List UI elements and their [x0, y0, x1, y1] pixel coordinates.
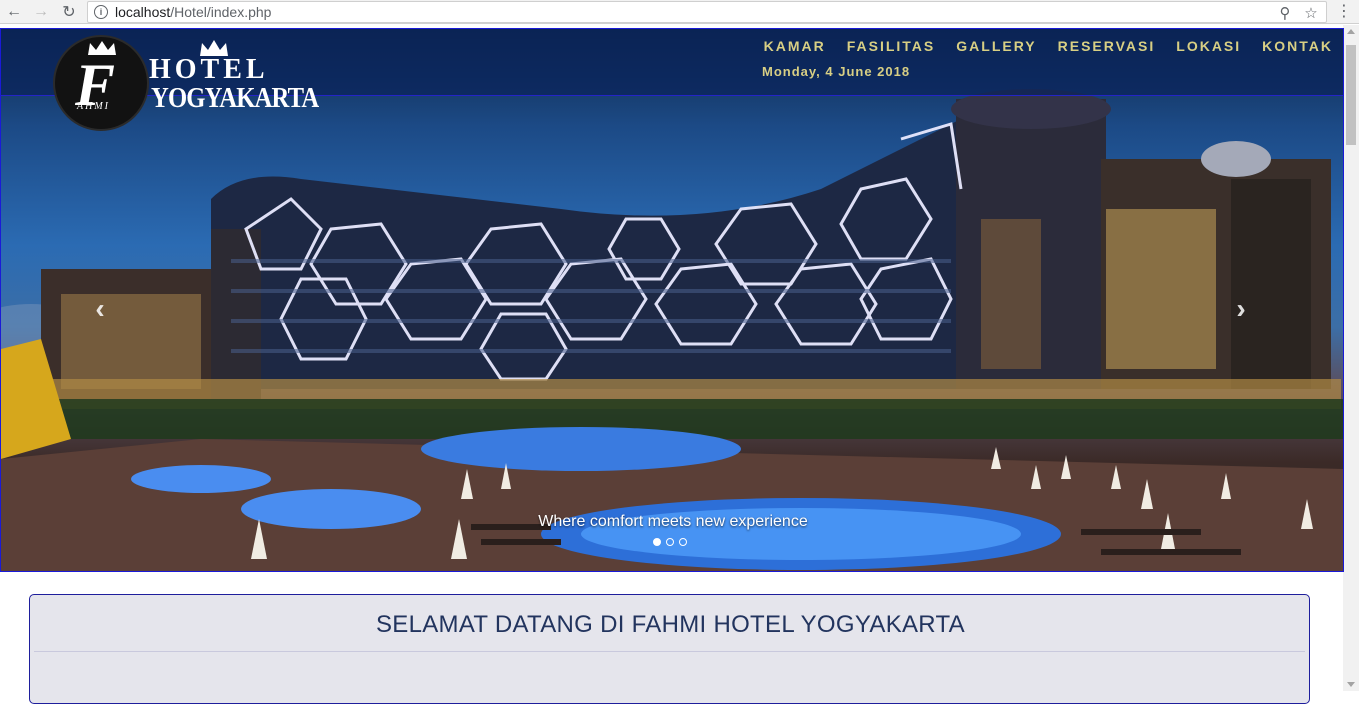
- carousel-caption: Where comfort meets new experience: [538, 513, 808, 530]
- nav-gallery[interactable]: GALLERY: [956, 38, 1036, 54]
- welcome-title: SELAMAT DATANG DI FAHMI HOTEL YOGYAKARTA: [375, 611, 965, 638]
- carousel-indicator[interactable]: [666, 538, 674, 546]
- welcome-panel: SELAMAT DATANG DI FAHMI HOTEL YOGYAKARTA: [29, 594, 1310, 704]
- nav-lokasi[interactable]: LOKASI: [1176, 38, 1241, 54]
- url-path: /Hotel/index.php: [170, 4, 272, 20]
- carousel-indicators: [653, 538, 687, 546]
- address-bar[interactable]: i localhost/Hotel/index.php ⚲ ☆: [87, 1, 1327, 23]
- logo-subtext: AHMI: [77, 101, 110, 112]
- panel-divider: [34, 651, 1305, 652]
- reload-icon[interactable]: ↻: [59, 2, 79, 22]
- forward-arrow-icon[interactable]: →: [31, 2, 51, 22]
- nav-kontak[interactable]: KONTAK: [1262, 38, 1333, 54]
- hotel-logo[interactable]: F AHMI: [53, 35, 149, 131]
- carousel-indicator[interactable]: [679, 538, 687, 546]
- brand-word-city: YOGYAKARTA: [151, 82, 319, 114]
- zoom-icon[interactable]: ⚲: [1276, 4, 1294, 22]
- scroll-up-arrow-icon[interactable]: [1347, 29, 1355, 34]
- page-scrollbar[interactable]: [1343, 25, 1359, 691]
- brand-word-hotel: HOTEL: [149, 54, 269, 85]
- carousel-next-icon[interactable]: ›: [1226, 294, 1256, 324]
- url-text[interactable]: localhost/Hotel/index.php: [115, 4, 271, 20]
- nav-reservasi[interactable]: RESERVASI: [1058, 38, 1156, 54]
- carousel-indicator[interactable]: [653, 538, 661, 546]
- browser-menu-icon[interactable]: ⋮: [1336, 2, 1352, 22]
- back-arrow-icon[interactable]: ←: [4, 2, 24, 22]
- url-host: localhost: [115, 4, 171, 20]
- current-date: Monday, 4 June 2018: [762, 64, 911, 79]
- info-icon[interactable]: i: [94, 5, 108, 19]
- hero-carousel: F AHMI HOTEL YOGYAKARTA KAMAR FASILITAS …: [0, 28, 1344, 572]
- carousel-prev-icon[interactable]: ‹: [85, 294, 115, 324]
- nav-kamar[interactable]: KAMAR: [764, 38, 826, 54]
- bookmark-star-icon[interactable]: ☆: [1302, 4, 1320, 22]
- scroll-down-arrow-icon[interactable]: [1347, 682, 1355, 687]
- scroll-thumb[interactable]: [1346, 45, 1356, 145]
- main-nav: KAMAR FASILITAS GALLERY RESERVASI LOKASI…: [764, 38, 1333, 54]
- browser-toolbar: ← → ↻ i localhost/Hotel/index.php ⚲ ☆ ⋮: [0, 0, 1359, 24]
- nav-fasilitas[interactable]: FASILITAS: [847, 38, 936, 54]
